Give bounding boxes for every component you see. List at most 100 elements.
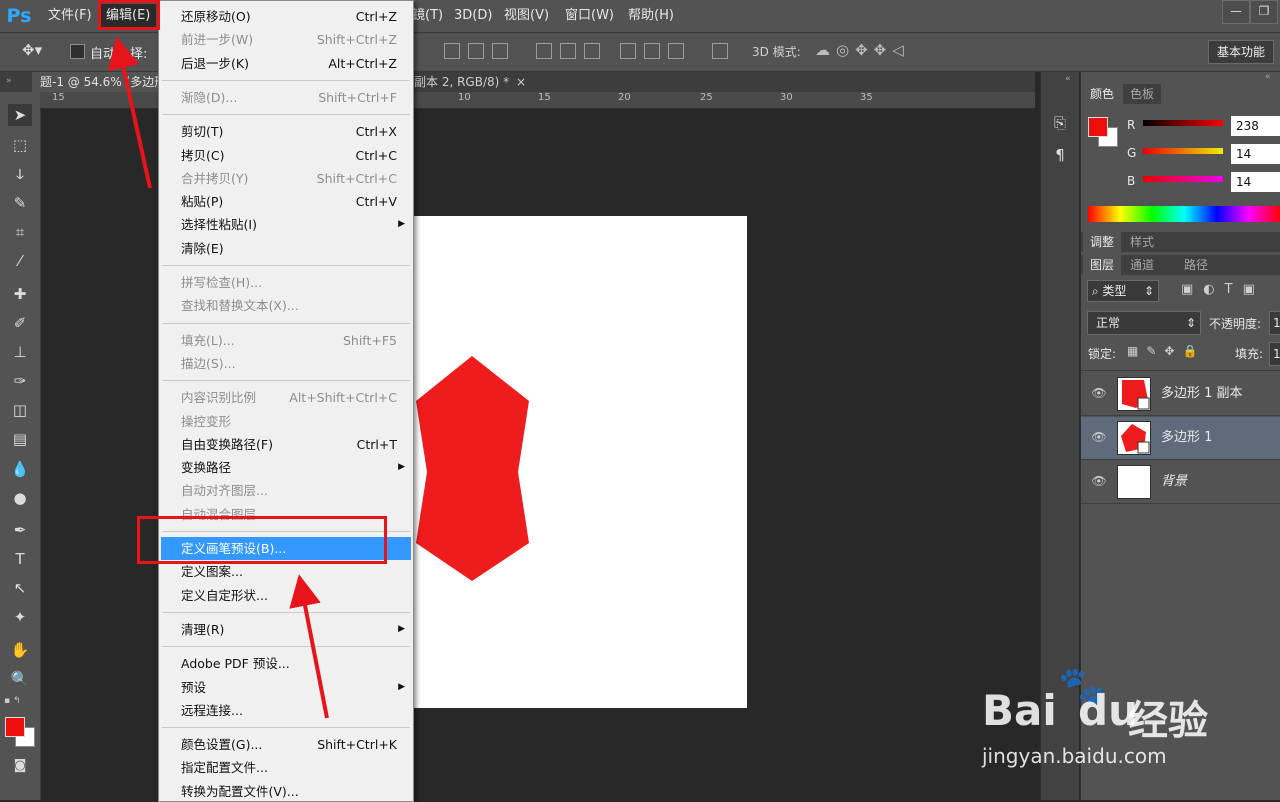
path-select-tool-icon[interactable]: ↖ [8,577,32,599]
auto-align-icon[interactable] [712,43,728,59]
opacity-value[interactable]: 10 [1269,311,1280,335]
panels-collapse-icon[interactable]: « [1265,72,1271,82]
history-panel-icon[interactable]: ⎘ [1049,114,1071,136]
menu-item[interactable]: 清除(E) [161,237,411,260]
distribute-top-icon[interactable] [536,43,552,59]
align-top-icon[interactable] [444,43,460,59]
marquee-tool-icon[interactable]: ⬚ [8,134,32,156]
lock-icons[interactable]: ▦✎✥🔒 [1127,344,1205,358]
align-vcenter-icon[interactable] [468,43,484,59]
layer-filter-icons[interactable]: ▣◐T▣ [1181,282,1265,297]
history-brush-tool-icon[interactable]: ✑ [8,370,32,392]
b-slider[interactable] [1143,176,1223,182]
menu-file[interactable]: 文件(F) [48,0,92,32]
shape-tool-icon[interactable]: ✦ [8,606,32,628]
hand-tool-icon[interactable]: ✋ [8,639,32,661]
workspace-button[interactable]: 基本功能 [1207,40,1274,64]
distribute-bottom-icon[interactable] [584,43,600,59]
document-canvas[interactable] [410,216,747,708]
r-value[interactable]: 238 [1231,116,1280,136]
menu-view[interactable]: 视图(V) [504,0,549,32]
healing-tool-icon[interactable]: ✚ [8,283,32,305]
auto-select-checkbox[interactable] [70,44,85,59]
menu-item[interactable]: 自由变换路径(F) Ctrl+T [161,433,411,456]
tab-swatches[interactable]: 色板 [1123,84,1162,104]
eyedropper-tool-icon[interactable]: ⁄ [8,250,32,272]
menu-item[interactable]: Adobe PDF 预设... [161,652,411,675]
menu-item[interactable]: 指定配置文件... [161,756,411,779]
stamp-tool-icon[interactable]: ⊥ [8,341,32,363]
crop-tool-icon[interactable]: ⌗ [8,221,32,243]
menu-item[interactable]: 转换为配置文件(V)... [161,780,411,801]
tab-close-icon[interactable]: × [508,72,534,92]
fg-color-swatch[interactable] [1088,117,1108,137]
tab-color[interactable]: 颜色 [1083,84,1122,104]
align-right-icon[interactable] [668,43,684,59]
tab-paths[interactable]: 路径 [1177,255,1216,275]
type-tool-icon[interactable]: T [8,548,32,570]
layer-row-polygon-copy[interactable]: 👁 多边形 1 副本 [1081,373,1280,416]
menu-item[interactable]: 清理(R) ▶ [161,618,411,641]
menu-item[interactable]: 后退一步(K) Alt+Ctrl+Z [161,52,411,75]
color-ramp[interactable] [1088,206,1280,222]
menu-item[interactable]: 变换路径 ▶ [161,456,411,479]
align-left-icon[interactable] [620,43,636,59]
pen-tool-icon[interactable]: ✒ [8,519,32,541]
swap-colors-icon[interactable]: ▪ ↰ [4,696,34,708]
distribute-vcenter-icon[interactable] [560,43,576,59]
menu-item[interactable]: 选择性粘贴(I) ▶ [161,213,411,236]
menu-filter[interactable]: 镜(T) [412,0,443,32]
foreground-color-swatch[interactable] [5,717,25,737]
blend-mode-select[interactable]: 正常 ⇕ [1087,311,1201,335]
menu-help[interactable]: 帮助(H) [628,0,674,32]
panel-collapse-icon[interactable]: » [6,76,12,86]
restore-button[interactable]: ❐ [1250,0,1278,24]
menu-3d[interactable]: 3D(D) [454,0,492,32]
dodge-tool-icon[interactable]: ● [8,487,32,509]
eye-icon[interactable]: 👁 [1091,473,1107,489]
zoom-tool-icon[interactable]: 🔍 [8,668,32,690]
menu-item[interactable]: 定义自定形状... [161,584,411,607]
layer-row-polygon-selected[interactable]: 👁 多边形 1 [1081,417,1280,460]
menu-item[interactable]: 粘贴(P) Ctrl+V [161,190,411,213]
tab-channels[interactable]: 通道 [1123,255,1162,275]
eye-icon[interactable]: 👁 [1091,385,1107,401]
lasso-tool-icon[interactable]: ↆ [8,163,32,185]
b-value[interactable]: 14 [1231,172,1280,192]
gradient-tool-icon[interactable]: ▤ [8,428,32,450]
align-bottom-icon[interactable] [492,43,508,59]
menu-item[interactable]: 剪切(T) Ctrl+X [161,120,411,143]
tab-document-2[interactable]: 副本 2, RGB/8) * [406,72,517,92]
tab-adjustments[interactable]: 调整 [1083,232,1122,252]
move-tool-icon[interactable]: ✥▾ [22,41,42,59]
tools-panel: » ➤ ⬚ ↆ ✎ ⌗ ⁄ ✚ ✐ ⊥ ✑ ◫ ▤ 💧 ● ✒ T ↖ ✦ ✋ … [0,72,41,800]
menu-item[interactable]: 颜色设置(G)... Shift+Ctrl+K [161,733,411,756]
align-hcenter-icon[interactable] [644,43,660,59]
menu-item[interactable]: 还原移动(O) Ctrl+Z [161,5,411,28]
menu-item-label: 拷贝(C) [181,147,225,163]
menu-item[interactable]: 远程连接... [161,699,411,722]
menu-item[interactable]: 预设 ▶ [161,676,411,699]
menu-item[interactable]: 拷贝(C) Ctrl+C [161,144,411,167]
dock-collapse-icon[interactable]: « [1065,74,1071,84]
brush-tool-icon[interactable]: ✐ [8,312,32,334]
quick-mask-icon[interactable]: ◙ [8,755,32,777]
menu-window[interactable]: 窗口(W) [565,0,614,32]
eye-icon[interactable]: 👁 [1091,429,1107,445]
tab-document-1[interactable]: 题-1 @ 54.6% (多边形 [32,72,175,92]
layer-filter-select[interactable]: ⌕ 类型 ⇕ [1087,280,1159,302]
tab-layers[interactable]: 图层 [1083,255,1122,275]
3d-tools-icon[interactable]: ☁◎✥✥◁ [815,41,910,59]
tab-styles[interactable]: 样式 [1123,232,1162,252]
eraser-tool-icon[interactable]: ◫ [8,399,32,421]
layer-row-background[interactable]: 👁 背景 [1081,461,1280,504]
g-slider[interactable] [1143,148,1223,154]
quick-select-tool-icon[interactable]: ✎ [8,192,32,214]
minimize-button[interactable]: — [1222,0,1250,24]
fill-value[interactable]: 10 [1269,342,1280,366]
move-tool-icon[interactable]: ➤ [8,104,32,126]
blur-tool-icon[interactable]: 💧 [8,458,32,480]
r-slider[interactable] [1143,120,1223,126]
g-value[interactable]: 14 [1231,144,1280,164]
paragraph-panel-icon[interactable]: ¶ [1049,146,1071,168]
